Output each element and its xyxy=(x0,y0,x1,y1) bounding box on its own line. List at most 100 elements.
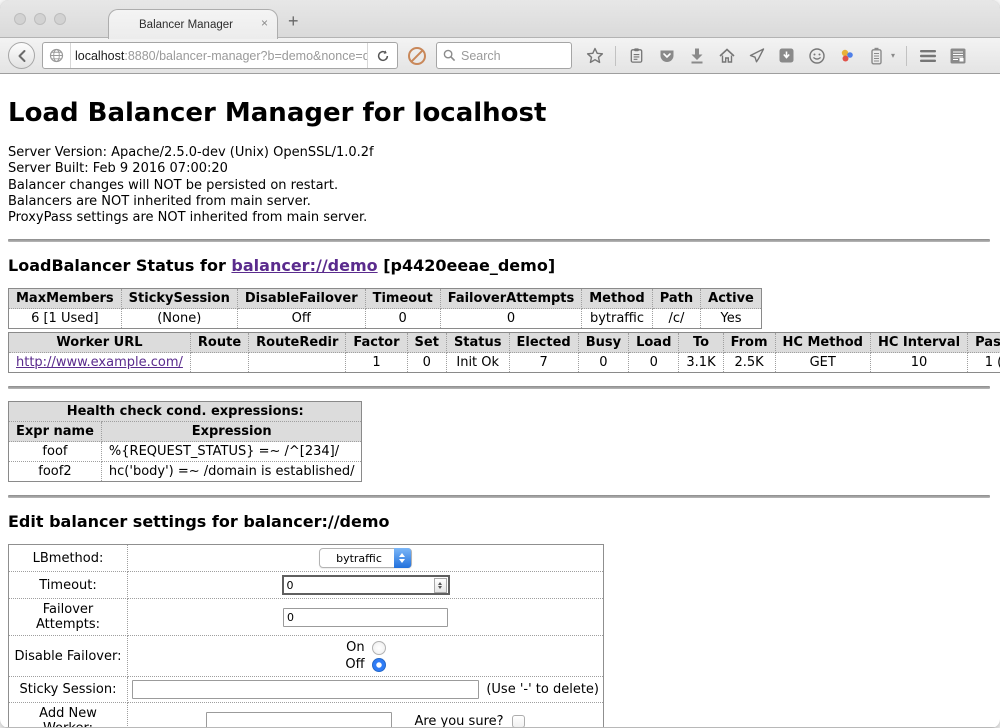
minimize-window-button[interactable] xyxy=(34,13,46,25)
disable-failover-off-radio[interactable] xyxy=(372,658,386,672)
sidebar-grid-icon[interactable] xyxy=(948,46,967,65)
form-row-add-worker: Add New Worker: Are you sure? xyxy=(9,703,604,727)
tab-title: Balancer Manager xyxy=(139,19,233,31)
cell-hc-interval: 10 xyxy=(870,353,967,373)
adblock-icon[interactable] xyxy=(405,44,429,68)
downloads-icon[interactable] xyxy=(687,46,706,65)
search-placeholder: Search xyxy=(461,49,501,63)
column-header: Expression xyxy=(101,422,362,442)
column-header: HC Interval xyxy=(870,333,967,353)
server-version-line: Server Version: Apache/2.5.0-dev (Unix) … xyxy=(8,145,990,161)
cell-status: Init Ok xyxy=(446,353,509,373)
table-header-row: MaxMembers StickySession DisableFailover… xyxy=(9,289,762,309)
column-header: Expr name xyxy=(9,422,102,442)
page-content: Load Balancer Manager for localhost Serv… xyxy=(0,74,1000,727)
edit-settings-heading: Edit balancer settings for balancer://de… xyxy=(8,512,990,531)
column-header: Path xyxy=(652,289,700,309)
save-to-device-icon[interactable] xyxy=(777,46,796,65)
battery-extension-icon[interactable] xyxy=(867,46,886,65)
cell-active: Yes xyxy=(701,309,762,329)
heading-prefix: LoadBalancer Status for xyxy=(8,256,231,275)
health-check-table: Health check cond. expressions: Expr nam… xyxy=(8,401,362,482)
lbmethod-select[interactable]: bytraffic xyxy=(319,548,412,568)
lbmethod-selected-value: bytraffic xyxy=(320,552,394,565)
worker-table: Worker URL Route RouteRedir Factor Set S… xyxy=(8,332,1000,373)
are-you-sure-label: Are you sure? xyxy=(414,714,503,727)
column-header: DisableFailover xyxy=(237,289,365,309)
browser-window: Balancer Manager × + localhost:8880/bala… xyxy=(0,0,1000,728)
cell-set: 0 xyxy=(407,353,446,373)
server-built-line: Server Built: Feb 9 2016 07:00:20 xyxy=(8,161,990,177)
column-header: Worker URL xyxy=(9,333,191,353)
column-header: To xyxy=(679,333,723,353)
bookmark-star-icon[interactable] xyxy=(585,46,604,65)
column-header: Busy xyxy=(578,333,628,353)
column-header: Method xyxy=(582,289,652,309)
form-row-sticky-session: Sticky Session: (Use '-' to delete) xyxy=(9,677,604,703)
chevron-down-icon[interactable]: ▾ xyxy=(891,51,895,60)
navigation-toolbar: localhost:8880/balancer-manager?b=demo&n… xyxy=(0,38,1000,74)
search-bar[interactable]: Search xyxy=(436,42,572,69)
send-tab-icon[interactable] xyxy=(747,46,766,65)
add-worker-input[interactable] xyxy=(206,712,392,727)
menu-hamburger-icon[interactable] xyxy=(918,46,937,65)
proxypass-notice-line: ProxyPass settings are NOT inherited fro… xyxy=(8,210,990,226)
back-button[interactable] xyxy=(8,42,35,69)
site-identity-globe-icon[interactable] xyxy=(43,43,71,68)
tab-close-icon[interactable]: × xyxy=(261,17,268,29)
new-tab-button[interactable]: + xyxy=(288,12,299,30)
column-header: Load xyxy=(629,333,679,353)
url-bar[interactable]: localhost:8880/balancer-manager?b=demo&n… xyxy=(42,42,398,69)
cell-route xyxy=(190,353,248,373)
cell-factor: 1 xyxy=(346,353,407,373)
section-divider xyxy=(8,386,990,389)
tab-bar: Balancer Manager × + xyxy=(0,0,1000,38)
column-header: Timeout xyxy=(365,289,440,309)
reading-list-icon[interactable] xyxy=(627,46,646,65)
sticky-session-input[interactable] xyxy=(132,680,479,699)
table-title-row: Health check cond. expressions: xyxy=(9,402,362,422)
balancer-demo-link[interactable]: balancer://demo xyxy=(231,256,377,275)
reload-button[interactable] xyxy=(367,43,397,68)
extension-colored-dots-icon[interactable] xyxy=(837,46,856,65)
form-row-disable-failover: Disable Failover: On Off xyxy=(9,636,604,677)
column-header: From xyxy=(723,333,775,353)
worker-url-link[interactable]: http://www.example.com/ xyxy=(16,355,183,370)
cell-expression: hc('body') =~ /domain is established/ xyxy=(101,462,362,482)
radio-on-label: On xyxy=(346,640,364,655)
form-row-failover-attempts: Failover Attempts: xyxy=(9,599,604,636)
sticky-session-label: Sticky Session: xyxy=(9,677,128,703)
tab-balancer-manager[interactable]: Balancer Manager × xyxy=(108,9,278,39)
cell-worker-url: http://www.example.com/ xyxy=(9,353,191,373)
table-header-row: Worker URL Route RouteRedir Factor Set S… xyxy=(9,333,1000,353)
cell-hc-method: GET xyxy=(775,353,870,373)
disable-failover-on-radio[interactable] xyxy=(372,641,386,655)
edit-balancer-form: LBmethod: bytraffic Timeout: xyxy=(8,544,604,727)
sticky-session-hint: (Use '-' to delete) xyxy=(486,682,599,697)
chat-smiley-icon[interactable] xyxy=(807,46,826,65)
window-controls[interactable] xyxy=(14,13,66,25)
failover-attempts-label: Failover Attempts: xyxy=(9,599,128,636)
cell-from: 2.5K xyxy=(723,353,775,373)
are-you-sure-checkbox[interactable] xyxy=(512,715,525,727)
url-input[interactable]: localhost:8880/balancer-manager?b=demo&n… xyxy=(71,49,367,63)
worker-row: http://www.example.com/ 1 0 Init Ok 7 0 … xyxy=(9,353,1000,373)
number-spinner-icon[interactable] xyxy=(434,578,447,593)
home-icon[interactable] xyxy=(717,46,736,65)
search-icon xyxy=(443,49,456,62)
column-header: Active xyxy=(701,289,762,309)
timeout-input[interactable] xyxy=(284,579,434,592)
pocket-icon[interactable] xyxy=(657,46,676,65)
heading-suffix: [p4420eeae_demo] xyxy=(378,256,556,275)
zoom-window-button[interactable] xyxy=(54,13,66,25)
timeout-label: Timeout: xyxy=(9,572,128,599)
back-arrow-icon xyxy=(15,49,29,63)
table-row: foof %{REQUEST_STATUS} =~ /^[234]/ xyxy=(9,442,362,462)
cell-expression: %{REQUEST_STATUS} =~ /^[234]/ xyxy=(101,442,362,462)
close-window-button[interactable] xyxy=(14,13,26,25)
cell-busy: 0 xyxy=(578,353,628,373)
balancer-status-table: MaxMembers StickySession DisableFailover… xyxy=(8,288,762,329)
failover-attempts-input[interactable] xyxy=(283,608,448,627)
cell-failoverattempts: 0 xyxy=(440,309,582,329)
column-header: Elected xyxy=(509,333,578,353)
